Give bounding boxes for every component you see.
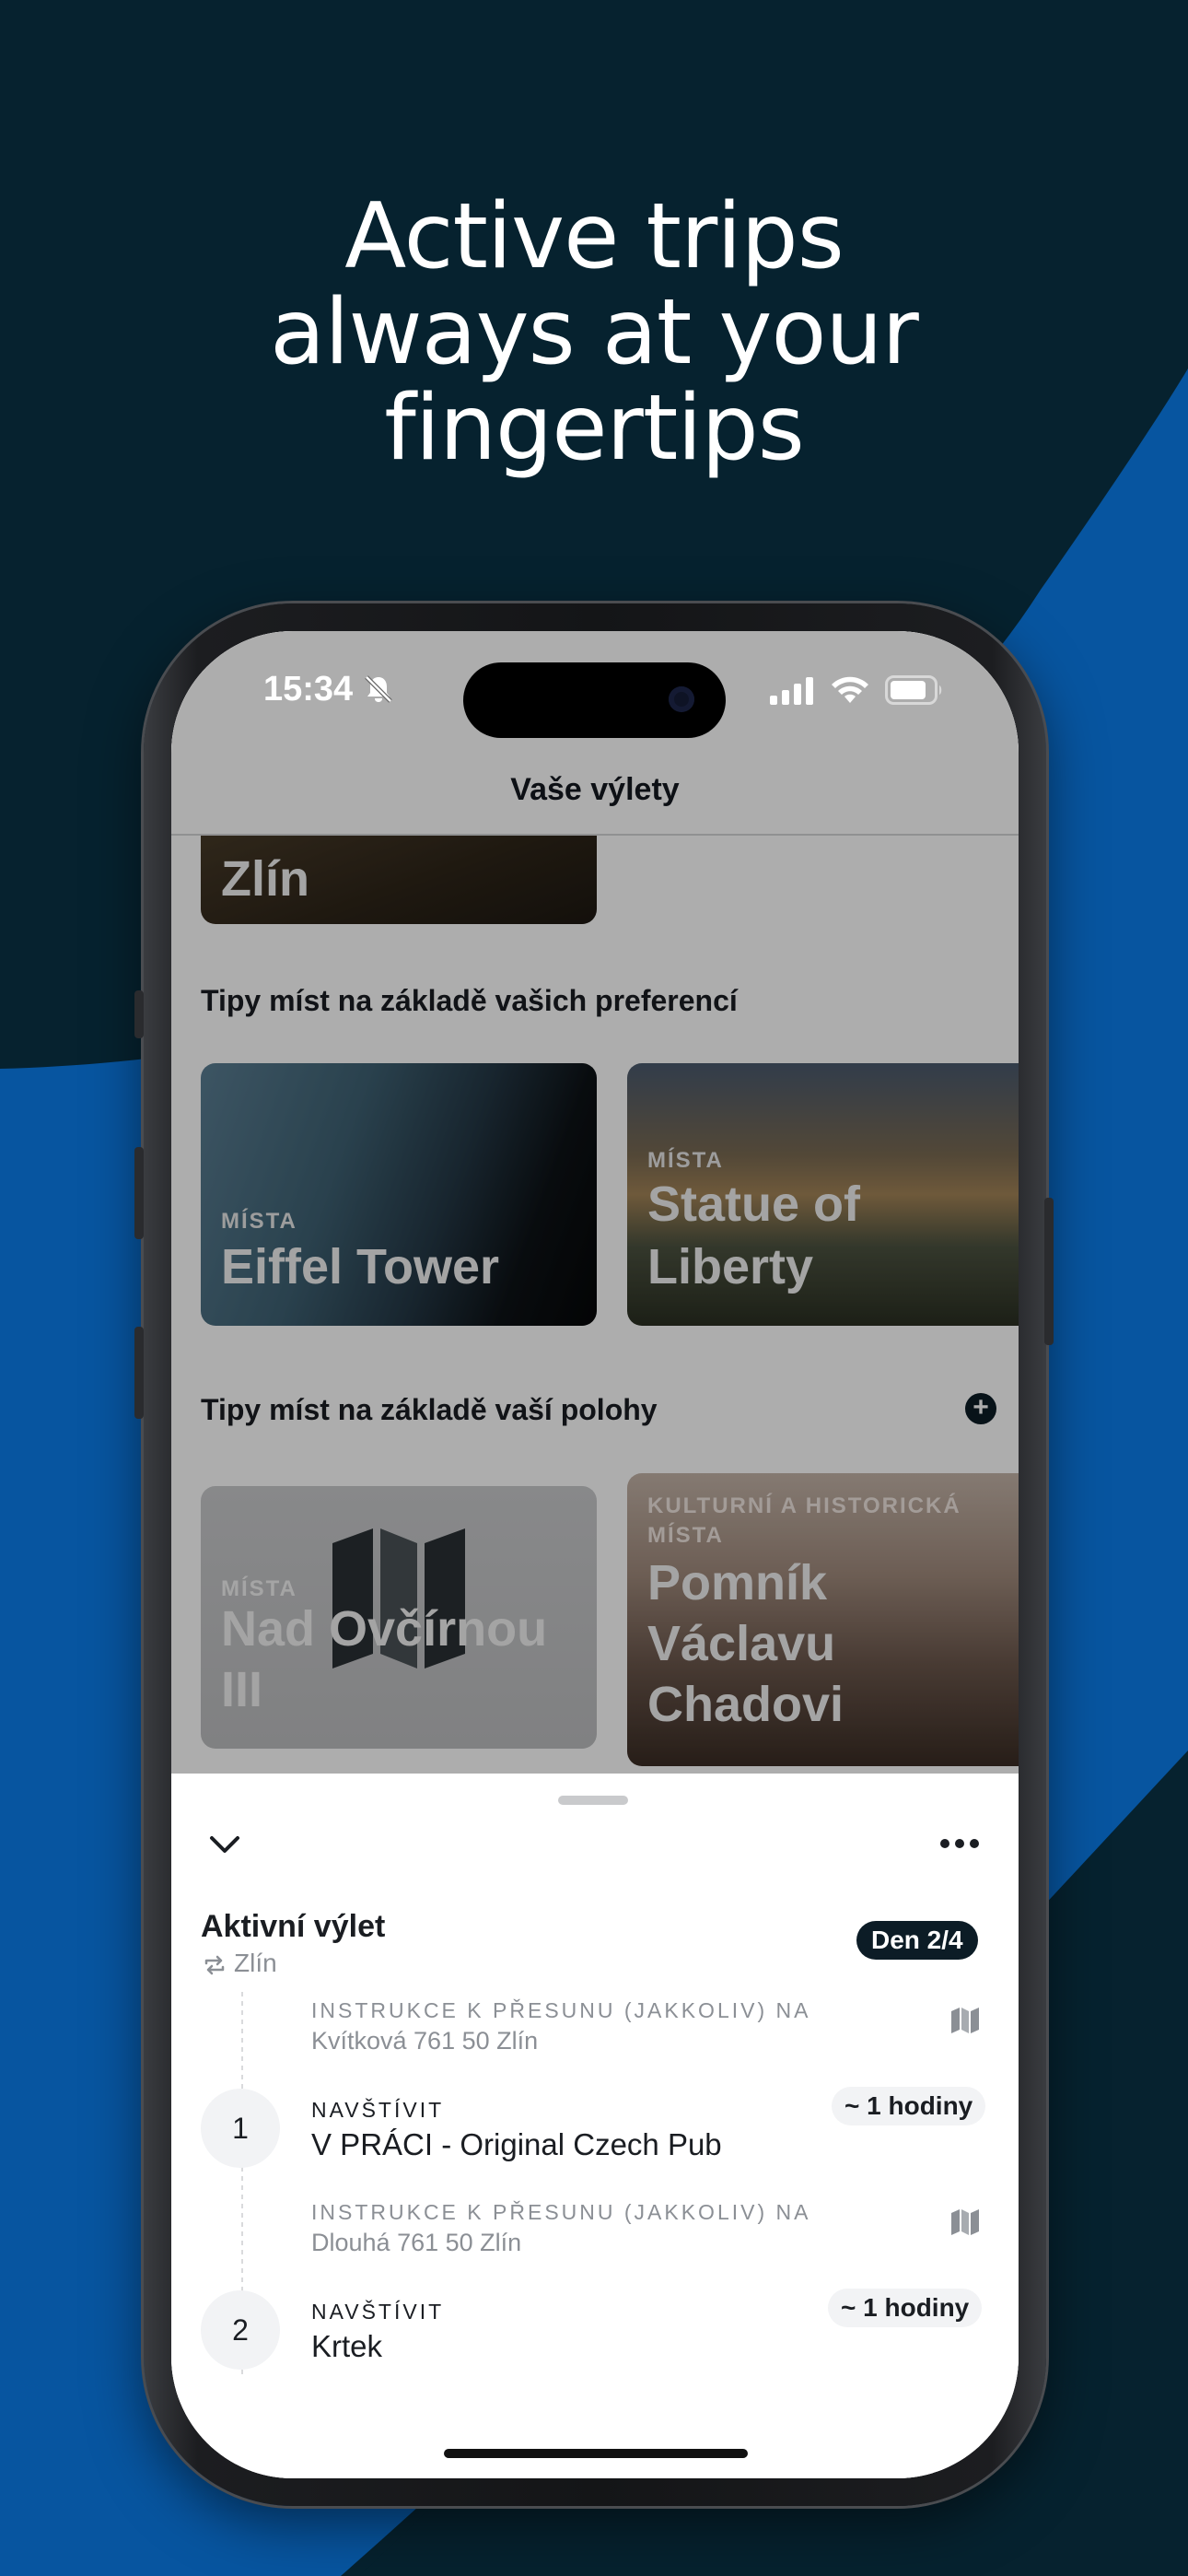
instruction-address: Dlouhá 761 50 Zlín bbox=[311, 2229, 522, 2256]
chevron-down-icon[interactable] bbox=[204, 1823, 245, 1864]
trips-screen: Zlín Tipy míst na základě vašich prefere… bbox=[171, 631, 1019, 2478]
duration-badge: ~ 1 hodiny bbox=[828, 2289, 983, 2327]
bell-slash-icon bbox=[365, 675, 392, 703]
phone-volume-down-button bbox=[134, 1327, 144, 1419]
repeat-icon bbox=[204, 1955, 225, 1975]
map-icon[interactable] bbox=[949, 2207, 981, 2237]
step-number: 2 bbox=[201, 2290, 280, 2370]
visit-name: Krtek bbox=[311, 2329, 383, 2363]
front-camera bbox=[669, 686, 694, 712]
phone-screen: Zlín Tipy míst na základě vašich prefere… bbox=[171, 631, 1019, 2478]
phone-power-button bbox=[1044, 1198, 1054, 1345]
map-icon[interactable] bbox=[949, 2006, 981, 2035]
instruction-caption: INSTRUKCE K PŘESUNU (JAKKOLIV) NA bbox=[311, 1998, 811, 2022]
instruction-caption: INSTRUKCE K PŘESUNU (JAKKOLIV) NA bbox=[311, 2200, 811, 2224]
sheet-grabber[interactable] bbox=[558, 1796, 628, 1805]
active-trip-sheet: Aktivní výlet Zlín Den 2/4 INSTRUKCE K P… bbox=[171, 1785, 1019, 2478]
sheet-title: Aktivní výlet bbox=[201, 1909, 386, 1944]
step-number: 1 bbox=[201, 2089, 280, 2168]
battery-icon bbox=[885, 675, 942, 705]
more-horizontal-icon[interactable] bbox=[936, 1823, 984, 1864]
headline: Active trips always at your fingertips bbox=[0, 189, 1188, 476]
cellular-signal-icon bbox=[770, 677, 813, 705]
visit-name: V PRÁCI - Original Czech Pub bbox=[311, 2127, 722, 2161]
phone-volume-up-button bbox=[134, 1147, 144, 1239]
visit-caption: NAVŠTÍVIT bbox=[311, 2098, 445, 2122]
visit-caption: NAVŠTÍVIT bbox=[311, 2300, 445, 2324]
headline-line-2: always at your bbox=[270, 280, 919, 385]
home-indicator[interactable] bbox=[444, 2449, 748, 2458]
phone-action-button bbox=[134, 990, 144, 1038]
status-time: 15:34 bbox=[263, 670, 354, 708]
sheet-backdrop[interactable] bbox=[171, 631, 1019, 1774]
day-badge: Den 2/4 bbox=[856, 1921, 978, 1960]
headline-line-3: fingertips bbox=[384, 376, 805, 481]
sheet-city: Zlín bbox=[234, 1949, 277, 1977]
duration-badge: ~ 1 hodiny bbox=[832, 2087, 986, 2125]
headline-line-1: Active trips bbox=[344, 184, 844, 289]
instruction-address: Kvítková 761 50 Zlín bbox=[311, 2027, 539, 2055]
wifi-icon bbox=[832, 676, 868, 703]
